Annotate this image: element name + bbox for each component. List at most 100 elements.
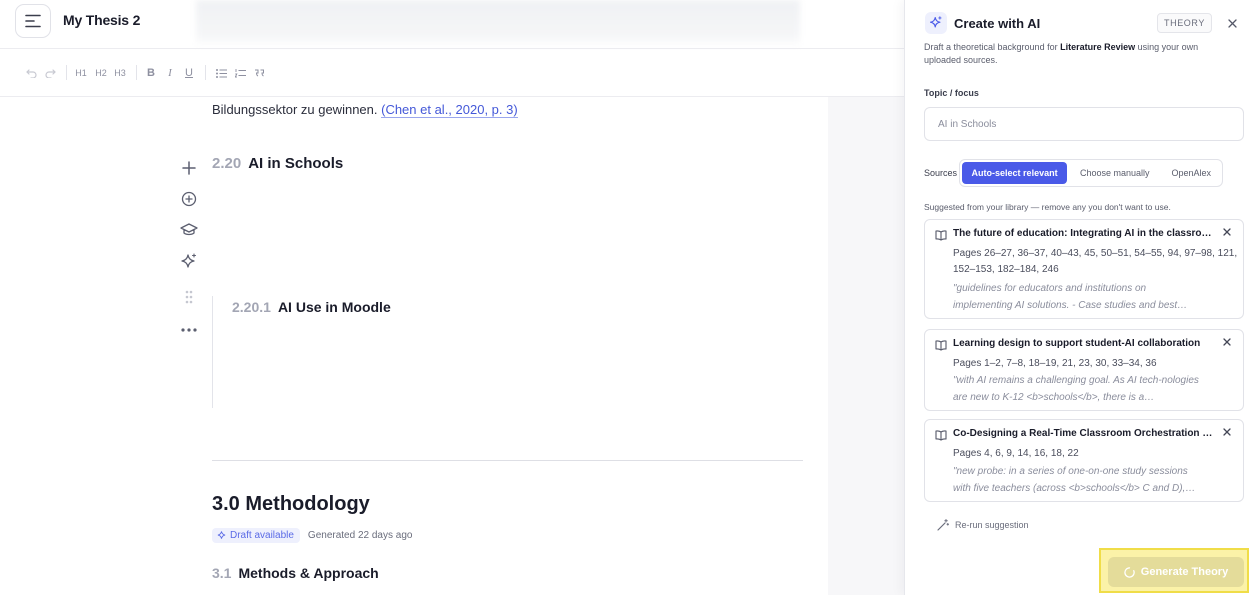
- section-title: AI Use in Moodle: [277, 299, 391, 315]
- topic-label: Topic / focus: [924, 88, 979, 98]
- sparkle-icon: [929, 16, 942, 28]
- section-number: 3.0: [212, 493, 240, 515]
- draft-badge-label: Draft available: [230, 530, 294, 541]
- source-excerpt: "guidelines for educators and institutio…: [953, 283, 1188, 311]
- section-heading-2-20-1[interactable]: 2.20.1 AI Use in Moodle: [232, 299, 391, 315]
- sparkle-icon: [217, 531, 226, 539]
- remove-source-button[interactable]: [1221, 336, 1233, 348]
- top-bar: My Thesis 2: [0, 0, 904, 49]
- close-icon: [1223, 228, 1231, 236]
- section-number: 2.20.1: [232, 299, 271, 315]
- toolbar-divider: [136, 65, 137, 80]
- academic-button[interactable]: [179, 220, 199, 240]
- citation-link[interactable]: (Chen et al., 2020, p. 3): [381, 102, 518, 118]
- drag-handle-icon: [185, 290, 193, 304]
- quote-button[interactable]: [252, 65, 266, 81]
- quote-icon: [254, 69, 264, 76]
- section-heading-3-1[interactable]: 3.1 Methods & Approach: [212, 565, 379, 581]
- undo-icon: [25, 69, 37, 78]
- document-title: My Thesis 2: [63, 12, 141, 28]
- book-icon: [935, 339, 947, 351]
- generate-highlight: Generate Theory: [1099, 548, 1249, 593]
- description-text: Draft a theoretical background for: [924, 42, 1061, 52]
- panel-icon: [925, 12, 947, 34]
- section-title: AI in Schools: [248, 155, 344, 172]
- remove-source-button[interactable]: [1221, 226, 1233, 238]
- menu-button[interactable]: [15, 4, 51, 38]
- remove-source-button[interactable]: [1221, 426, 1233, 438]
- section-heading-2-20[interactable]: 2.20 AI in Schools: [212, 155, 343, 172]
- draft-badge[interactable]: Draft available: [212, 528, 300, 543]
- paragraph: Bildungssektor zu gewinnen. (Chen et al.…: [212, 102, 518, 118]
- book-icon: [935, 429, 947, 441]
- description-target: Literature Review: [1060, 42, 1136, 52]
- source-excerpt: "new probe: in a series of one-on-one st…: [953, 466, 1196, 494]
- panel-title: Create with AI: [954, 16, 1041, 31]
- numbered-list-button[interactable]: [233, 65, 247, 81]
- bullet-list-icon: [215, 68, 227, 78]
- add-block-button[interactable]: [179, 158, 199, 178]
- sources-label: Sources: [924, 168, 958, 178]
- bold-button[interactable]: B: [144, 65, 158, 81]
- source-pages: Pages 26–27, 36–37, 40–43, 45, 50–51, 54…: [953, 248, 1238, 275]
- close-icon: [1223, 428, 1231, 436]
- numbered-list-icon: [234, 68, 246, 77]
- source-excerpt: "with AI remains a challenging goal. As …: [953, 375, 1199, 403]
- wand-icon: [937, 519, 949, 531]
- circle-plus-icon: [181, 191, 197, 207]
- source-option-manual[interactable]: Choose manually: [1069, 162, 1160, 184]
- redo-button[interactable]: [43, 65, 57, 81]
- heading1-button[interactable]: H1: [74, 65, 88, 81]
- close-icon: [1223, 338, 1231, 346]
- source-option-openalex[interactable]: OpenAlex: [1162, 162, 1220, 184]
- source-card[interactable]: Learning design to support student-AI co…: [924, 329, 1244, 411]
- paragraph-text: Bildungssektor zu gewinnen.: [212, 102, 382, 117]
- generate-theory-button[interactable]: Generate Theory: [1108, 557, 1244, 587]
- source-pages: Pages 1–2, 7–8, 18–19, 21, 23, 30, 33–34…: [953, 358, 1157, 369]
- heading3-button[interactable]: H3: [113, 65, 127, 81]
- source-title: Co-Designing a Real-Time Classroom Orche…: [953, 428, 1215, 439]
- topic-input[interactable]: AI in Schools: [924, 107, 1244, 141]
- ai-button[interactable]: [179, 252, 199, 272]
- section-title: Methods & Approach: [238, 565, 379, 581]
- sources-segmented-control: Auto-select relevant Choose manually Ope…: [959, 159, 1223, 187]
- heading2-button[interactable]: H2: [94, 65, 108, 81]
- subsection-indent-line: [212, 296, 213, 408]
- suggestion-hint: Suggested from your library — remove any…: [924, 202, 1171, 212]
- undo-button[interactable]: [24, 65, 38, 81]
- plus-icon: [182, 161, 196, 175]
- editor-right-gutter: [828, 96, 904, 595]
- section-title: Methodology: [245, 493, 370, 515]
- bullet-list-button[interactable]: [214, 65, 228, 81]
- section-divider: [212, 460, 803, 461]
- graduation-cap-icon: [180, 223, 198, 236]
- menu-icon: [25, 14, 41, 28]
- close-panel-button[interactable]: [1225, 16, 1239, 30]
- redo-icon: [44, 69, 56, 78]
- underline-button[interactable]: U: [182, 65, 196, 81]
- toolbar-divider: [205, 65, 206, 80]
- rerun-suggestion-button[interactable]: Re-run suggestion: [937, 519, 1029, 531]
- close-icon: [1227, 18, 1237, 28]
- panel-description: Draft a theoretical background for Liter…: [924, 41, 1224, 67]
- source-title: The future of education: Integrating AI …: [953, 228, 1215, 239]
- generate-label: Generate Theory: [1140, 566, 1229, 578]
- section-number: 2.20: [212, 155, 242, 172]
- mode-tag: THEORY: [1157, 13, 1212, 33]
- sparkle-icon: [181, 253, 197, 268]
- insert-button[interactable]: [179, 189, 199, 209]
- drag-handle[interactable]: [179, 287, 199, 307]
- italic-button[interactable]: I: [163, 65, 177, 81]
- section-heading-3-0[interactable]: 3.0 Methodology: [212, 493, 370, 516]
- toolbar-divider: [66, 65, 67, 80]
- spinner-icon: [1124, 566, 1135, 578]
- source-card[interactable]: Co-Designing a Real-Time Classroom Orche…: [924, 419, 1244, 502]
- create-with-ai-panel: Create with AI THEORY Draft a theoretica…: [904, 0, 1252, 595]
- section-number: 3.1: [212, 565, 232, 581]
- source-option-auto[interactable]: Auto-select relevant: [962, 162, 1068, 184]
- source-title: Learning design to support student-AI co…: [953, 338, 1201, 349]
- more-button[interactable]: [179, 320, 199, 340]
- more-icon: [181, 328, 197, 332]
- book-icon: [935, 229, 947, 241]
- source-card[interactable]: The future of education: Integrating AI …: [924, 219, 1244, 319]
